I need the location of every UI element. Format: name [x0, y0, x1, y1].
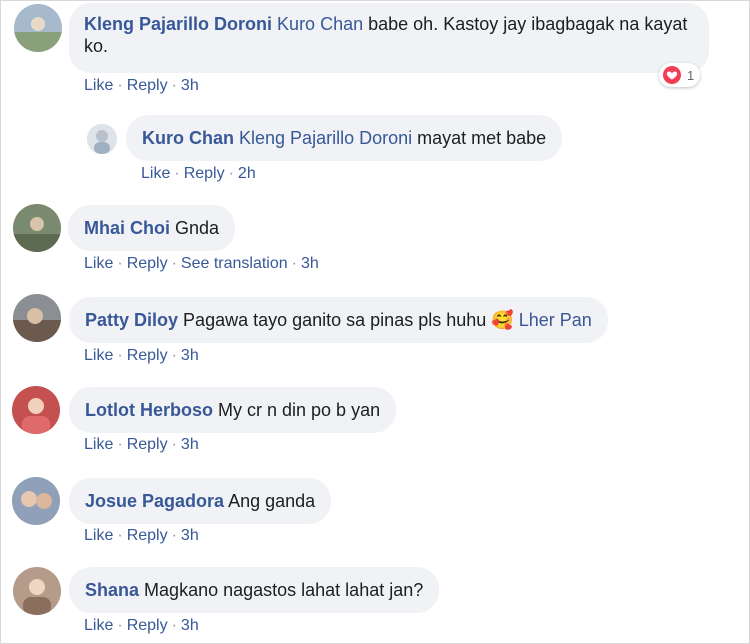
comment-author[interactable]: Josue Pagadora [85, 491, 224, 511]
like-link[interactable]: Like [84, 617, 113, 634]
separator: · [171, 255, 177, 272]
avatar-photo-icon [12, 386, 60, 434]
separator: · [171, 347, 177, 364]
avatar[interactable] [12, 386, 60, 434]
separator: · [117, 347, 123, 364]
like-link[interactable]: Like [84, 347, 113, 364]
comment-author[interactable]: Mhai Choi [84, 218, 170, 238]
separator: · [171, 77, 177, 94]
comment-mention[interactable]: Lher Pan [519, 310, 592, 330]
smiling-face-with-hearts-icon: 🥰 [491, 310, 514, 330]
avatar[interactable] [13, 294, 61, 342]
reply-link[interactable]: Reply [127, 436, 168, 453]
comment-text: My cr n din po b yan [218, 400, 381, 420]
comment-time[interactable]: 3h [181, 436, 199, 453]
reply-link[interactable]: Reply [127, 77, 168, 94]
comment-actions: Like · Reply · See translation · 3h [84, 255, 319, 273]
separator: · [117, 77, 123, 94]
like-link[interactable]: Like [141, 165, 170, 182]
avatar-photo-icon [13, 567, 61, 615]
comment-text: Ang ganda [228, 491, 316, 511]
avatar-photo-icon [13, 294, 61, 342]
separator: · [171, 527, 177, 544]
comment-time[interactable]: 2h [238, 165, 256, 182]
separator: · [171, 617, 177, 634]
avatar-photo-icon [14, 4, 62, 52]
comment-mention[interactable]: Kleng Pajarillo Doroni [239, 128, 412, 148]
reply-link[interactable]: Reply [127, 255, 168, 272]
comment-time[interactable]: 3h [181, 347, 199, 364]
separator: · [174, 165, 180, 182]
like-link[interactable]: Like [84, 527, 113, 544]
comments-panel: Kleng Pajarillo Doroni Kuro Chan babe oh… [0, 0, 750, 644]
avatar[interactable] [87, 124, 117, 154]
comment-mention[interactable]: Kuro Chan [277, 14, 363, 34]
comment-actions: Like · Reply · 3h [84, 347, 199, 365]
comment-actions: Like · Reply · 2h [141, 165, 256, 183]
comment-text: Gnda [175, 218, 220, 238]
comment-author[interactable]: Kuro Chan [142, 128, 234, 148]
like-link[interactable]: Like [84, 255, 113, 272]
avatar[interactable] [12, 477, 60, 525]
comment-bubble: Kuro Chan Kleng Pajarillo Doroni mayat m… [126, 115, 563, 161]
comment-time[interactable]: 3h [181, 77, 199, 94]
heart-icon [663, 66, 681, 84]
comment-text: Magkano nagastos lahat lahat jan? [144, 580, 424, 600]
avatar[interactable] [13, 567, 61, 615]
comment-bubble: Lotlot Herboso My cr n din po b yan [69, 387, 397, 433]
comment-actions: Like · Reply · 3h [84, 527, 199, 545]
avatar[interactable] [14, 4, 62, 52]
avatar-photo-icon [12, 477, 60, 525]
comment-bubble: Kleng Pajarillo Doroni Kuro Chan babe oh… [69, 3, 709, 73]
see-translation-link[interactable]: See translation [181, 255, 288, 272]
separator: · [291, 255, 297, 272]
separator: · [171, 436, 177, 453]
reply-link[interactable]: Reply [127, 347, 168, 364]
separator: · [117, 436, 123, 453]
comment-text: mayat met babe [417, 128, 547, 148]
comment-actions: Like · Reply · 3h [84, 77, 199, 95]
comment-time[interactable]: 3h [181, 617, 199, 634]
like-link[interactable]: Like [84, 436, 113, 453]
reaction-badge[interactable]: 1 [659, 63, 701, 87]
avatar[interactable] [13, 204, 61, 252]
reply-link[interactable]: Reply [184, 165, 225, 182]
comment-author[interactable]: Shana [85, 580, 139, 600]
comment-actions: Like · Reply · 3h [84, 617, 199, 635]
separator: · [117, 255, 123, 272]
comment-text: Pagawa tayo ganito sa pinas pls huhu [183, 310, 487, 330]
like-link[interactable]: Like [84, 77, 113, 94]
comment-time[interactable]: 3h [301, 255, 319, 272]
comment-actions: Like · Reply · 3h [84, 436, 199, 454]
separator: · [117, 617, 123, 634]
separator: · [117, 527, 123, 544]
reply-link[interactable]: Reply [127, 617, 168, 634]
avatar-photo-icon [87, 124, 117, 154]
avatar-photo-icon [13, 204, 61, 252]
comment-author[interactable]: Kleng Pajarillo Doroni [84, 14, 272, 34]
comment-author[interactable]: Lotlot Herboso [85, 400, 213, 420]
comment-bubble: Mhai Choi Gnda [68, 205, 236, 251]
comment-time[interactable]: 3h [181, 527, 199, 544]
comment-bubble: Shana Magkano nagastos lahat lahat jan? [69, 567, 440, 613]
separator: · [228, 165, 234, 182]
reaction-count: 1 [687, 67, 695, 83]
reply-link[interactable]: Reply [127, 527, 168, 544]
comment-bubble: Patty Diloy Pagawa tayo ganito sa pinas … [69, 297, 608, 343]
comment-bubble: Josue Pagadora Ang ganda [69, 478, 332, 524]
comment-author[interactable]: Patty Diloy [85, 310, 178, 330]
